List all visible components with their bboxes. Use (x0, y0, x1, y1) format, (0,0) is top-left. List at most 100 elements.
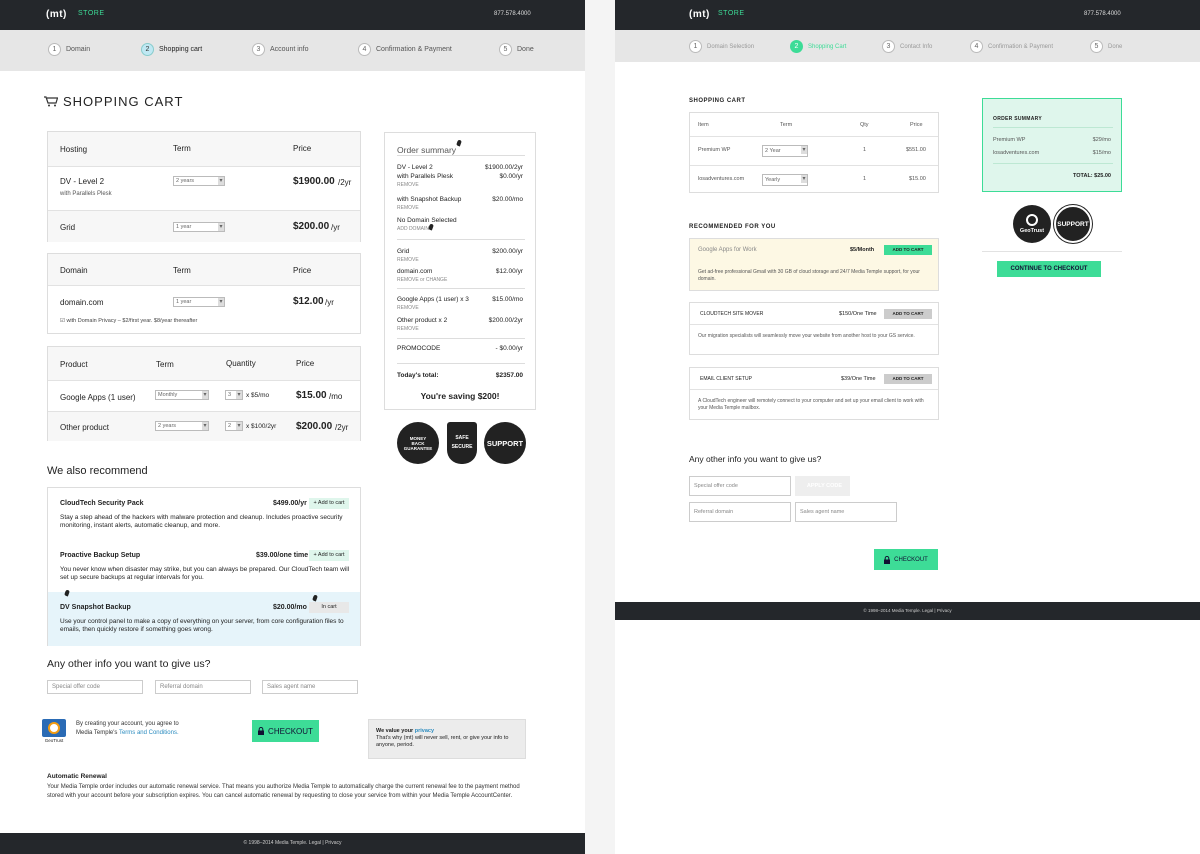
referral-domain-input[interactable]: Referral domain (155, 680, 251, 694)
quantity-stepper[interactable]: 2 (225, 421, 243, 431)
mt-logo[interactable]: (mt) (689, 9, 710, 20)
add-to-cart-button[interactable]: + Add to cart (309, 498, 349, 509)
step-label: Contact Info (900, 43, 933, 50)
promocode-label[interactable]: PROMOCODE (397, 345, 440, 352)
add-to-cart-button[interactable]: ADD TO CART (884, 374, 932, 384)
price: $200.00 (293, 221, 330, 232)
price-unit: /2yr (338, 178, 352, 187)
remove-link[interactable]: REMOVE (397, 257, 419, 263)
col-qty: Qty (860, 122, 869, 128)
rec-price: $39.00/one time (256, 552, 309, 559)
step-number: 3 (882, 40, 895, 53)
checkout-button[interactable]: CHECKOUT (252, 720, 319, 742)
term-select[interactable]: Monthly (155, 390, 209, 400)
rec-name: Google Apps for Work (698, 247, 757, 253)
step-number: 2 (141, 43, 154, 56)
summary-price: $15.00/mo (492, 296, 523, 303)
domain-name: domain.com (60, 298, 104, 307)
summary-price: $200.00/yr (492, 248, 523, 255)
summary-item: Grid (397, 248, 410, 255)
in-cart-button[interactable]: In cart (309, 602, 349, 613)
term-select[interactable]: Yearly (762, 174, 808, 186)
summary-total: TOTAL: $25.00 (1072, 173, 1111, 179)
remove-link[interactable]: REMOVE (397, 326, 419, 332)
summary-price: $15/mo (1092, 150, 1111, 156)
right-version: (mt) STORE 877.578.4000 1 Domain Selectio… (615, 0, 1200, 620)
apply-code-button[interactable]: APPLY CODE (795, 476, 850, 496)
price-unit: /2yr (335, 423, 349, 432)
top-bar: (mt) STORE 877.578.4000 (0, 0, 585, 30)
referral-domain-input[interactable]: Referral domain (689, 502, 791, 522)
remove-or-change-link[interactable]: REMOVE or CHANGE (397, 277, 447, 283)
remove-link[interactable]: REMOVE (397, 305, 419, 311)
step-label: Shopping Cart (808, 43, 847, 50)
store-label: STORE (718, 10, 745, 17)
page-title: SHOPPING CART (44, 94, 183, 109)
promocode-value: - $0.00/yr (495, 345, 523, 352)
term-select[interactable]: 1 year (173, 297, 225, 307)
product-name: Grid (60, 223, 76, 232)
step-label: Confirmation & Payment (988, 43, 1054, 50)
step-label: Domain Selection (707, 43, 755, 50)
term-select[interactable]: 2 years (173, 176, 225, 186)
rec-desc: Stay a step ahead of the hackers with ma… (60, 514, 343, 529)
special-offer-input[interactable]: Special offer code (689, 476, 791, 496)
add-domain-link[interactable]: ADD DOMAIN (397, 226, 429, 232)
checkout-label: CHECKOUT (894, 556, 928, 563)
saving-text: You're saving $200! (420, 391, 500, 401)
terms-link[interactable]: Terms and Conditions. (119, 730, 179, 736)
total-value: $2357.00 (495, 372, 523, 379)
step-label: Shopping cart (159, 46, 203, 53)
add-to-cart-button[interactable]: ADD TO CART (884, 245, 932, 255)
add-to-cart-button[interactable]: ADD TO CART (884, 309, 932, 319)
rec-desc: Get ad-free professional Gmail with 30 G… (698, 269, 920, 282)
order-summary: ORDER SUMMARY Premium WP $29/mo losadven… (982, 98, 1122, 192)
rec-name: EMAIL CLIENT SETUP (700, 376, 752, 382)
remove-link[interactable]: REMOVE (397, 182, 419, 188)
summary-price: $20.00/mo (492, 196, 523, 203)
unit-price: x $5/mo (246, 392, 270, 399)
special-offer-input[interactable]: Special offer code (47, 680, 143, 694)
geotrust-icon (42, 719, 66, 737)
summary-price: $12.00/yr (495, 268, 523, 275)
summary-price: $0.00/yr (499, 173, 524, 180)
continue-to-checkout-button[interactable]: CONTINUE TO CHECKOUT (997, 261, 1101, 277)
checkout-label: CHECKOUT (268, 726, 313, 736)
col-term: Term (173, 144, 191, 153)
order-summary: Order summary DV - Level 2 $1900.00/2yr … (384, 132, 536, 410)
step-1: 1 Domain (48, 43, 90, 56)
sales-agent-input[interactable]: Sales agent name (262, 680, 358, 694)
mt-logo[interactable]: (mt) (46, 9, 67, 20)
summary-item: with Parallels Plesk (397, 173, 453, 180)
geotrust-icon (1026, 214, 1038, 226)
rec-price: $150/One Time (839, 311, 877, 317)
checkout-button[interactable]: CHECKOUT (874, 549, 938, 570)
step-number: 1 (689, 40, 702, 53)
price: $1900.00 (293, 176, 335, 187)
geotrust-badge: GeoTrust (1013, 205, 1051, 243)
term-select[interactable]: 2 Year (762, 145, 808, 157)
step-label: Confirmation & Payment (376, 46, 452, 53)
privacy-link[interactable]: privacy (415, 728, 434, 734)
step-5: 5 Done (1090, 40, 1122, 53)
hosting-row: DV - Level 2 with Parallels Plesk 2 year… (48, 166, 360, 210)
remove-link[interactable]: REMOVE (397, 205, 419, 211)
step-number: 2 (790, 40, 803, 53)
sales-agent-input[interactable]: Sales agent name (795, 502, 897, 522)
term-select[interactable]: 2 years (155, 421, 209, 431)
step-2: 2 Shopping Cart (790, 40, 846, 53)
rec-desc: Our migration specialists will seamlessl… (698, 333, 915, 339)
col-price: Price (293, 266, 312, 275)
hosting-panel: Hosting Term Price DV - Level 2 with Par… (47, 131, 361, 242)
product-name: Google Apps (1 user) (60, 393, 136, 402)
item-name: losadventures.com (698, 176, 745, 182)
term-select[interactable]: 1 year (173, 222, 225, 232)
add-to-cart-button[interactable]: + Add to cart (309, 550, 349, 561)
quantity-stepper[interactable]: 3 (225, 390, 243, 400)
col-price: Price (910, 122, 923, 128)
title-text: SHOPPING CART (63, 94, 184, 109)
domain-privacy-checkbox[interactable]: ☑ with Domain Privacy – $2/first year. $… (60, 318, 197, 324)
summary-item: domain.com (397, 268, 433, 275)
step-5: 5 Done (499, 43, 534, 56)
page-gap (585, 0, 615, 854)
